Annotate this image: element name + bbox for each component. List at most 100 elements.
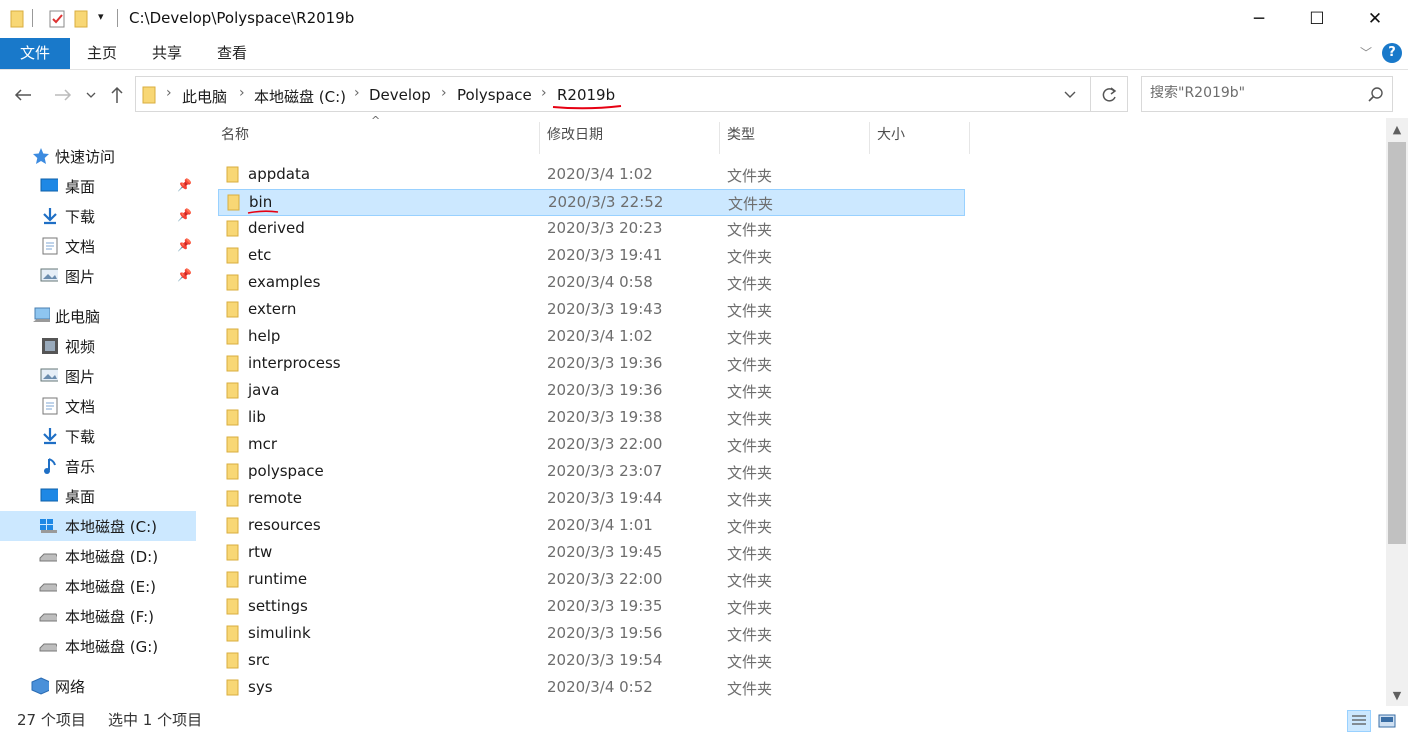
breadcrumb-separator-icon[interactable]: › [541, 85, 547, 101]
nav-network[interactable]: 网络 [0, 671, 196, 701]
table-row[interactable]: sys 2020/3/4 0:52 文件夹 [218, 675, 965, 702]
table-row[interactable]: derived 2020/3/3 20:23 文件夹 [218, 216, 965, 243]
scroll-up-arrow-icon[interactable]: ▲ [1386, 120, 1408, 140]
vertical-scrollbar[interactable]: ▲ ▼ [1386, 118, 1408, 706]
tab-file[interactable]: 文件 [0, 38, 70, 69]
breadcrumb-separator-icon[interactable]: › [239, 85, 245, 101]
breadcrumb-develop[interactable]: Develop [369, 86, 431, 104]
nav-pc-documents[interactable]: 文档 [0, 391, 196, 421]
table-row[interactable]: polyspace 2020/3/3 23:07 文件夹 [218, 459, 965, 486]
nav-quick-desktop[interactable]: 桌面 📌 [0, 171, 196, 201]
column-divider[interactable] [719, 122, 720, 154]
search-box[interactable] [1141, 76, 1393, 112]
nav-pc-desktop[interactable]: 桌面 [0, 481, 196, 511]
back-button[interactable] [10, 82, 36, 108]
tab-share[interactable]: 共享 [134, 38, 200, 69]
close-button[interactable]: ✕ [1346, 0, 1404, 38]
table-row[interactable]: simulink 2020/3/3 19:56 文件夹 [218, 621, 965, 648]
pin-icon[interactable]: 📌 [177, 238, 192, 252]
customize-toolbar-chevron-icon[interactable]: ▾ [98, 10, 104, 30]
large-icons-view-button[interactable] [1375, 710, 1399, 732]
table-row[interactable]: help 2020/3/4 1:02 文件夹 [218, 324, 965, 351]
table-row[interactable]: runtime 2020/3/3 22:00 文件夹 [218, 567, 965, 594]
help-button[interactable]: ? [1382, 43, 1402, 63]
column-header-size[interactable]: 大小 [877, 124, 905, 150]
file-name: rtw [248, 543, 273, 561]
nav-pc-videos[interactable]: 视频 [0, 331, 196, 361]
address-bar[interactable]: › 此电脑 › 本地磁盘 (C:) › Develop › Polyspace … [135, 76, 1091, 112]
nav-quick-access[interactable]: 快速访问 [0, 141, 196, 171]
nav-this-pc[interactable]: 此电脑 [0, 301, 196, 331]
file-type: 文件夹 [727, 248, 773, 266]
expand-ribbon-chevron-icon[interactable]: ﹀ [1360, 44, 1372, 61]
breadcrumb-polyspace[interactable]: Polyspace [457, 86, 532, 104]
table-row[interactable]: examples 2020/3/4 0:58 文件夹 [218, 270, 965, 297]
table-row[interactable]: mcr 2020/3/3 22:00 文件夹 [218, 432, 965, 459]
table-row[interactable]: rtw 2020/3/3 19:45 文件夹 [218, 540, 965, 567]
column-divider[interactable] [869, 122, 870, 154]
table-row[interactable]: lib 2020/3/3 19:38 文件夹 [218, 405, 965, 432]
table-row[interactable]: resources 2020/3/4 1:01 文件夹 [218, 513, 965, 540]
column-divider[interactable] [969, 122, 970, 154]
file-date: 2020/3/3 19:36 [547, 354, 663, 372]
arrow-left-icon [14, 89, 31, 101]
search-icon[interactable] [1368, 87, 1384, 103]
recent-locations-button[interactable] [80, 82, 102, 108]
table-row[interactable]: extern 2020/3/3 19:43 文件夹 [218, 297, 965, 324]
nav-drive-e[interactable]: 本地磁盘 (E:) [0, 571, 196, 601]
minimize-button[interactable]: ─ [1230, 0, 1288, 38]
pin-icon[interactable]: 📌 [177, 178, 192, 192]
maximize-button[interactable]: ☐ [1288, 0, 1346, 38]
file-date: 2020/3/3 19:43 [547, 300, 663, 318]
table-row[interactable]: java 2020/3/3 19:36 文件夹 [218, 378, 965, 405]
up-button[interactable] [104, 82, 130, 108]
search-input[interactable] [1150, 85, 1360, 101]
scroll-down-arrow-icon[interactable]: ▼ [1386, 686, 1408, 706]
new-folder-icon[interactable] [74, 9, 88, 29]
folder-icon [226, 409, 239, 426]
tab-view[interactable]: 查看 [200, 38, 264, 69]
column-header-date[interactable]: 修改日期 [547, 124, 603, 150]
details-view-button[interactable] [1347, 710, 1371, 732]
table-row[interactable]: interprocess 2020/3/3 19:36 文件夹 [218, 351, 965, 378]
breadcrumb-separator-icon[interactable]: › [354, 85, 360, 101]
refresh-button[interactable] [1090, 76, 1128, 112]
nav-drive-g[interactable]: 本地磁盘 (G:) [0, 631, 196, 661]
forward-button[interactable] [50, 82, 76, 108]
table-row[interactable]: bin 2020/3/3 22:52 文件夹 [218, 189, 965, 216]
table-row[interactable]: remote 2020/3/3 19:44 文件夹 [218, 486, 965, 513]
table-row[interactable]: etc 2020/3/3 19:41 文件夹 [218, 243, 965, 270]
pin-icon[interactable]: 📌 [177, 208, 192, 222]
scrollbar-thumb[interactable] [1388, 142, 1406, 544]
column-divider[interactable] [539, 122, 540, 154]
nav-drive-f[interactable]: 本地磁盘 (F:) [0, 601, 196, 631]
properties-icon[interactable] [48, 9, 66, 29]
nav-quick-documents[interactable]: 文档 📌 [0, 231, 196, 261]
table-row[interactable]: src 2020/3/3 19:54 文件夹 [218, 648, 965, 675]
pin-icon[interactable]: 📌 [177, 268, 192, 282]
nav-pc-music[interactable]: 音乐 [0, 451, 196, 481]
nav-drive-c[interactable]: 本地磁盘 (C:) [0, 511, 196, 541]
breadcrumb-separator-icon[interactable]: › [441, 85, 447, 101]
nav-quick-downloads[interactable]: 下载 📌 [0, 201, 196, 231]
file-name: polyspace [248, 462, 324, 480]
breadcrumb-drive-c[interactable]: 本地磁盘 (C:) [254, 86, 346, 107]
folder-icon [226, 355, 239, 372]
table-row[interactable]: appdata 2020/3/4 1:02 文件夹 [218, 162, 965, 189]
file-type: 文件夹 [727, 356, 773, 374]
address-dropdown-chevron-icon[interactable] [1064, 91, 1076, 99]
nav-pc-downloads[interactable]: 下载 [0, 421, 196, 451]
title-bar: ▾ C:\Develop\Polyspace\R2019b ─ ☐ ✕ [0, 0, 1408, 38]
file-type: 文件夹 [727, 167, 773, 185]
breadcrumb-r2019b[interactable]: R2019b [557, 86, 615, 104]
breadcrumb-separator-icon[interactable]: › [166, 85, 172, 101]
nav-pc-pictures[interactable]: 图片 [0, 361, 196, 391]
table-row[interactable]: settings 2020/3/3 19:35 文件夹 [218, 594, 965, 621]
breadcrumb-this-pc[interactable]: 此电脑 [182, 86, 227, 107]
tab-home[interactable]: 主页 [70, 38, 134, 69]
nav-quick-pictures[interactable]: 图片 📌 [0, 261, 196, 291]
column-header-name[interactable]: 名称 [221, 124, 249, 150]
folder-icon [226, 490, 239, 507]
nav-drive-d[interactable]: 本地磁盘 (D:) [0, 541, 196, 571]
column-header-type[interactable]: 类型 [727, 124, 755, 150]
